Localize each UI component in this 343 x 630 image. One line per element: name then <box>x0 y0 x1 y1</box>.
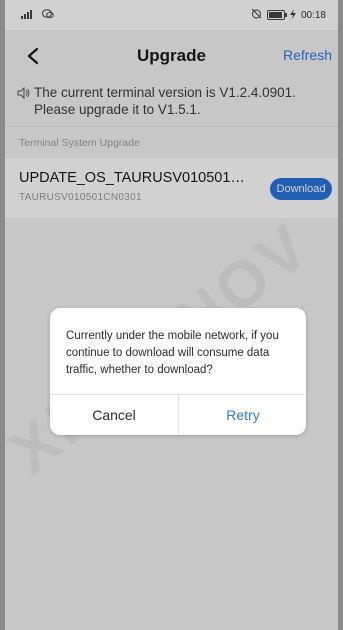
mobile-network-dialog: Currently under the mobile network, if y… <box>50 308 306 435</box>
dialog-message: Currently under the mobile network, if y… <box>66 330 279 376</box>
app-screen: 00:18 Upgrade Refresh The current termin… <box>5 0 338 630</box>
cancel-button[interactable]: Cancel <box>50 395 178 435</box>
retry-button[interactable]: Retry <box>179 395 306 435</box>
